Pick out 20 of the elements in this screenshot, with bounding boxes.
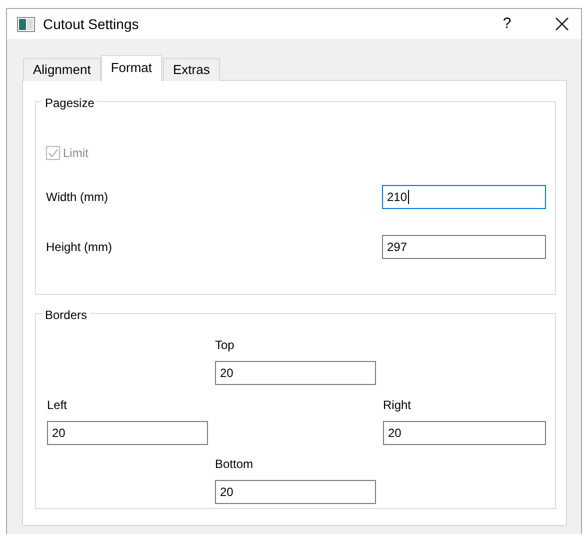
- field-label: Width (mm): [46, 189, 108, 206]
- field-label: Top: [215, 337, 234, 354]
- field-label: Bottom: [215, 456, 254, 473]
- tab[interactable]: Format: [100, 55, 162, 81]
- input-field[interactable]: 20: [47, 421, 208, 445]
- field-label: Right: [383, 397, 412, 414]
- checkbox-label: Limit: [63, 145, 88, 162]
- close-icon: [555, 17, 569, 31]
- app-icon: [17, 16, 35, 32]
- input-field[interactable]: 20: [215, 361, 376, 385]
- field-label: Left: [47, 397, 68, 414]
- input-field[interactable]: 297: [382, 235, 546, 259]
- field-label: Height (mm): [46, 239, 112, 256]
- help-button[interactable]: ?: [492, 12, 522, 36]
- window-title: Cutout Settings: [43, 14, 140, 34]
- tab[interactable]: Extras: [162, 58, 220, 81]
- tab[interactable]: Alignment: [23, 58, 101, 81]
- input-field[interactable]: 210: [382, 185, 546, 209]
- input-field[interactable]: 20: [383, 421, 546, 445]
- input-field[interactable]: 20: [215, 480, 376, 504]
